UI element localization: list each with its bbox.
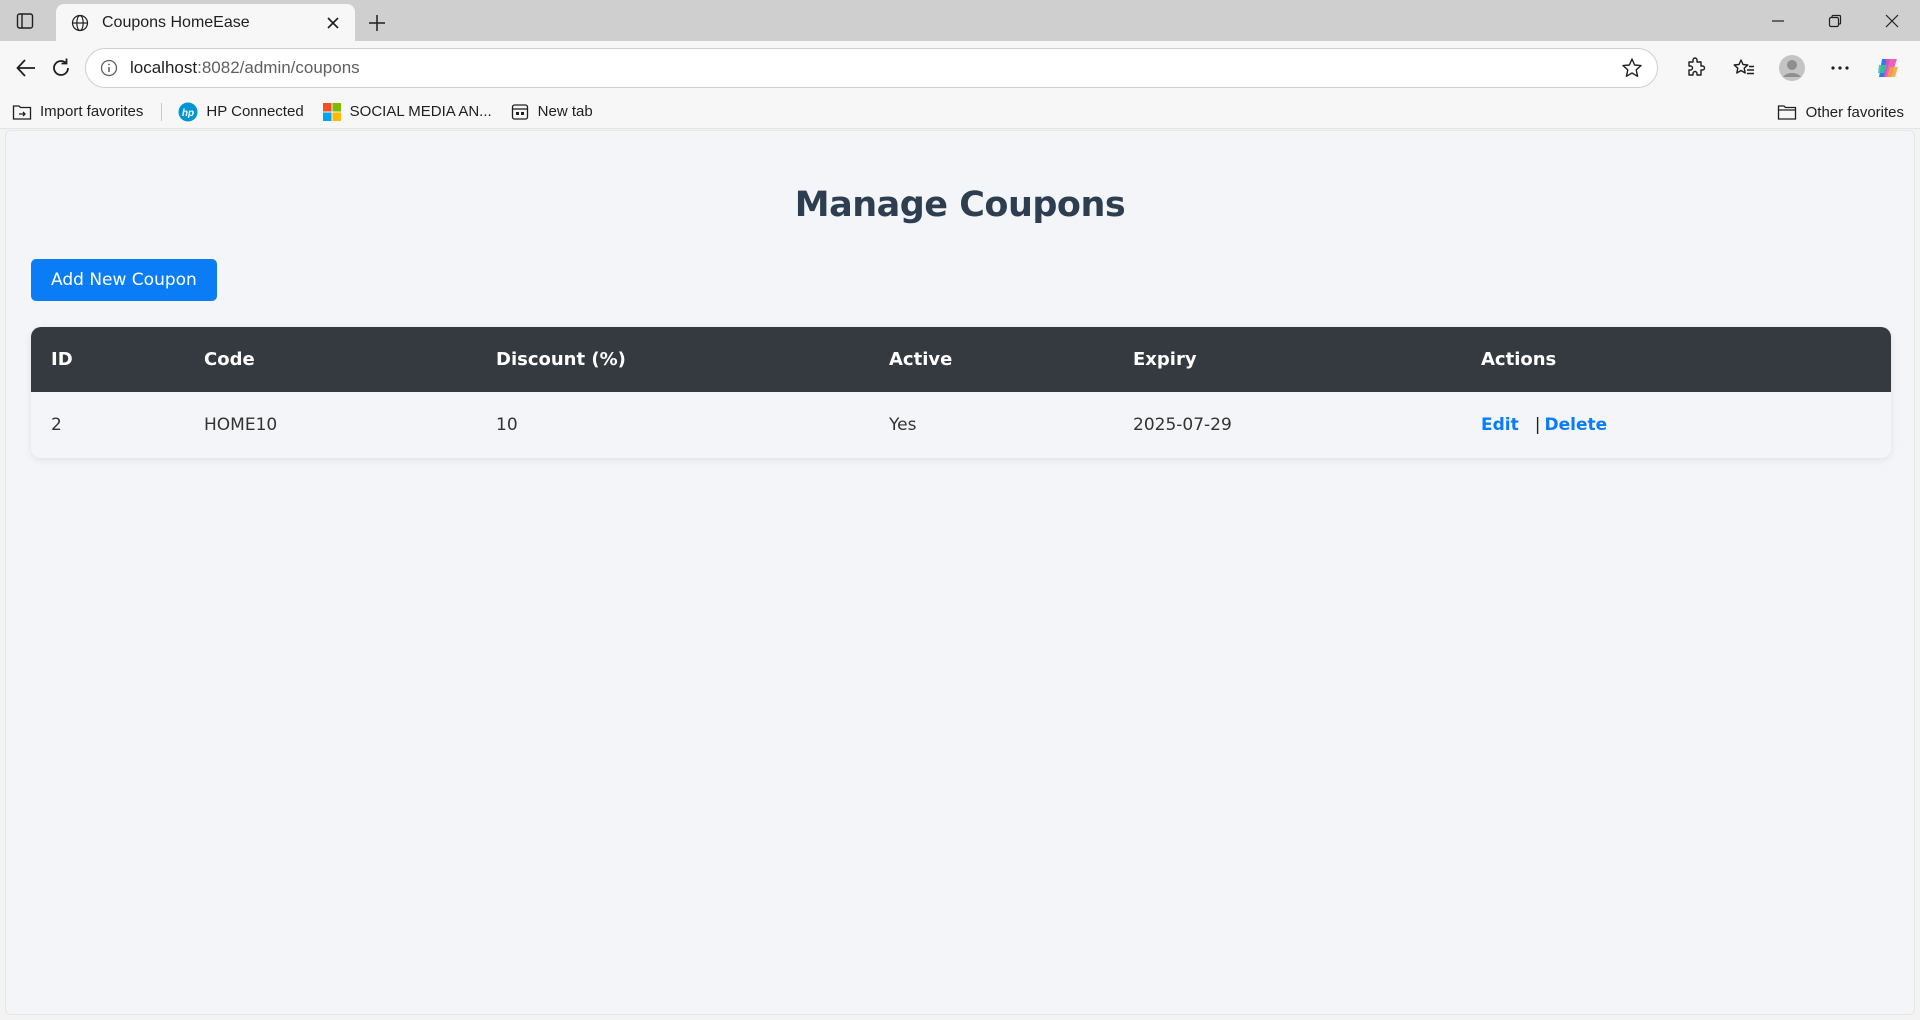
restore-icon <box>1828 14 1841 27</box>
fav-label: New tab <box>537 103 593 120</box>
newtab-page-icon <box>510 102 530 122</box>
header-expiry: Expiry <box>1133 349 1197 370</box>
back-arrow-icon <box>16 59 35 77</box>
hp-logo-icon: hp <box>178 102 198 122</box>
page-title: Manage Coupons <box>794 185 1126 225</box>
header-actions: Actions <box>1481 349 1557 370</box>
tab-title: Coupons HomeEase <box>102 13 250 31</box>
refresh-icon <box>53 58 70 76</box>
cell-discount: 10 <box>496 415 518 435</box>
new-tab-button[interactable] <box>355 4 399 41</box>
browser-toolbar: localhost:8082/admin/coupons <box>0 41 1920 95</box>
edit-link[interactable]: Edit <box>1481 415 1519 435</box>
other-favorites-label: Other favorites <box>1805 103 1904 121</box>
fav-label: SOCIAL MEDIA AN... <box>349 103 492 120</box>
table-row: 2 HOME10 10 Yes 2025-07-29 Edit | Delete <box>31 392 1891 458</box>
tab-actions-button[interactable] <box>0 0 50 41</box>
plus-icon <box>369 14 385 31</box>
copilot-icon <box>1878 59 1898 77</box>
refresh-button[interactable] <box>44 45 80 91</box>
other-favorites[interactable]: Other favorites <box>1776 95 1904 129</box>
favorites-list-icon <box>1733 59 1754 75</box>
profile-button[interactable] <box>1768 45 1816 91</box>
copilot-button[interactable] <box>1864 45 1912 91</box>
avatar-icon <box>1779 55 1805 81</box>
address-bar[interactable]: localhost:8082/admin/coupons <box>85 48 1658 88</box>
add-new-coupon-button[interactable]: Add New Coupon <box>31 259 217 301</box>
favorite-star-icon[interactable] <box>1617 53 1647 83</box>
minimize-button[interactable] <box>1749 0 1806 41</box>
header-code: Code <box>204 349 255 370</box>
header-discount: Discount (%) <box>496 349 626 370</box>
fav-social-media[interactable]: SOCIAL MEDIA AN... <box>322 102 492 122</box>
active-tab[interactable]: Coupons HomeEase <box>56 4 355 41</box>
cell-active: Yes <box>889 415 917 435</box>
url-path: :8082/admin/coupons <box>197 58 360 77</box>
back-button[interactable] <box>8 45 44 91</box>
tab-actions-icon <box>16 12 34 29</box>
cell-actions: Edit | Delete <box>1461 392 1891 458</box>
cell-code: HOME10 <box>204 415 278 435</box>
header-id: ID <box>51 349 73 370</box>
favorites-bar: Import favorites hp HP Connected SOCIAL … <box>0 95 1920 129</box>
minimize-icon <box>1771 19 1784 22</box>
favorites-divider <box>161 102 163 121</box>
header-active: Active <box>889 349 953 370</box>
site-info-icon[interactable] <box>98 57 120 79</box>
close-icon <box>1885 14 1898 27</box>
cell-id: 2 <box>51 415 62 435</box>
url-host: localhost <box>130 58 198 77</box>
puzzle-icon <box>1688 57 1706 76</box>
more-dots-icon <box>1831 66 1849 70</box>
action-separator: | <box>1534 415 1541 435</box>
close-tab-icon[interactable] <box>321 11 345 35</box>
restore-button[interactable] <box>1806 0 1863 41</box>
cell-expiry: 2025-07-29 <box>1133 415 1232 435</box>
fav-new-tab[interactable]: New tab <box>510 102 593 122</box>
delete-link[interactable]: Delete <box>1544 415 1607 435</box>
toolbar-right <box>1672 45 1912 91</box>
fav-label: Import favorites <box>40 103 144 120</box>
fav-hp-connected[interactable]: hp HP Connected <box>178 102 304 122</box>
more-options-button[interactable] <box>1816 45 1864 91</box>
table-header-row: ID Code Discount (%) Active Expiry Actio… <box>31 327 1891 392</box>
extensions-button[interactable] <box>1672 45 1720 91</box>
coupons-table: ID Code Discount (%) Active Expiry Actio… <box>31 327 1891 458</box>
url-text[interactable]: localhost:8082/admin/coupons <box>130 58 1617 78</box>
microsoft-logo-icon <box>322 102 342 122</box>
page-viewport: Manage Coupons Add New Coupon ID Code Di… <box>5 130 1915 1015</box>
close-window-button[interactable] <box>1863 0 1920 41</box>
tab-strip: Coupons HomeEase <box>0 0 1920 41</box>
favorites-button[interactable] <box>1720 45 1768 91</box>
svg-text:hp: hp <box>182 108 194 119</box>
window-controls <box>1749 0 1920 41</box>
coupons-table-container: ID Code Discount (%) Active Expiry Actio… <box>31 327 1891 458</box>
fav-label: HP Connected <box>206 103 304 120</box>
fav-import-favorites[interactable]: Import favorites <box>12 102 143 122</box>
globe-icon <box>70 13 90 33</box>
import-icon <box>12 102 32 122</box>
folder-icon <box>1776 102 1798 122</box>
